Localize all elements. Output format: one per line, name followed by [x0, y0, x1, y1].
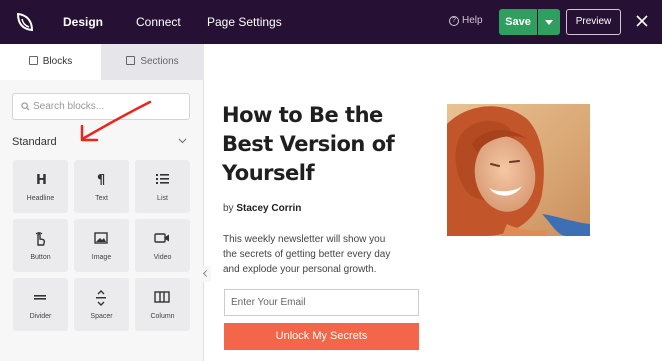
- chevron-down-icon[interactable]: [178, 138, 187, 144]
- newsletter-description[interactable]: This weekly newsletter will show you the…: [223, 232, 401, 277]
- list-icon: [156, 174, 169, 184]
- save-button[interactable]: Save: [499, 9, 537, 35]
- tab-sections-label: Sections: [140, 56, 179, 67]
- block-list[interactable]: List: [135, 160, 190, 213]
- tab-sections[interactable]: Sections: [101, 44, 204, 80]
- tab-design[interactable]: Design: [63, 0, 103, 44]
- standard-section-label: Standard: [12, 136, 57, 148]
- top-bar: Design Connect Page Settings ? Help Save…: [0, 0, 662, 44]
- blocks-sidebar: Blocks Sections Standard H Headline ¶ Te…: [0, 44, 204, 361]
- search-icon: [21, 102, 30, 111]
- page-headline[interactable]: How to Be the Best Version of Yourself: [222, 101, 422, 188]
- pointer-hand-icon: [35, 232, 46, 246]
- chevron-left-icon: [202, 269, 211, 278]
- block-label: Button: [30, 254, 51, 261]
- author-byline[interactable]: by Stacey Corrin: [223, 203, 301, 214]
- divider-icon: [34, 295, 46, 300]
- block-divider[interactable]: Divider: [13, 278, 68, 331]
- block-video[interactable]: Video: [135, 219, 190, 272]
- svg-text:H: H: [36, 173, 47, 186]
- preview-button[interactable]: Preview: [566, 9, 621, 35]
- author-name: Stacey Corrin: [236, 203, 302, 214]
- email-input[interactable]: [225, 290, 418, 315]
- columns-icon: [154, 291, 170, 303]
- block-image[interactable]: Image: [74, 219, 129, 272]
- video-camera-icon: [154, 233, 169, 243]
- woman-portrait-photo[interactable]: [447, 104, 590, 236]
- help-label: Help: [462, 15, 483, 26]
- spacer-icon: [96, 290, 106, 306]
- caret-down-icon: [545, 20, 553, 25]
- block-label: Image: [91, 254, 112, 261]
- unlock-secrets-button[interactable]: Unlock My Secrets: [224, 323, 419, 350]
- blocks-icon: [28, 56, 38, 65]
- paragraph-icon: ¶: [97, 173, 105, 186]
- block-headline[interactable]: H Headline: [13, 160, 68, 213]
- heading-icon: H: [36, 173, 47, 186]
- block-label: Spacer: [90, 313, 113, 320]
- collapse-sidebar-handle[interactable]: [201, 266, 211, 282]
- block-column[interactable]: Column: [135, 278, 190, 331]
- block-button[interactable]: Button: [13, 219, 68, 272]
- tab-connect[interactable]: Connect: [136, 0, 181, 44]
- block-label: Column: [150, 313, 175, 320]
- svg-text:¶: ¶: [97, 173, 105, 186]
- sections-icon: [126, 56, 136, 65]
- tab-blocks-label: Blocks: [42, 56, 73, 67]
- image-icon: [94, 232, 108, 244]
- tab-blocks[interactable]: Blocks: [0, 44, 101, 80]
- block-label: Divider: [29, 313, 52, 320]
- email-field: [224, 289, 419, 316]
- red-arrow-annotation-icon: [80, 100, 152, 142]
- byline-prefix: by: [223, 203, 234, 214]
- save-options-dropdown[interactable]: [538, 9, 560, 35]
- block-label: Headline: [26, 195, 55, 202]
- help-icon: ?: [449, 15, 459, 26]
- help-link[interactable]: ? Help: [449, 15, 483, 26]
- block-label: List: [157, 195, 168, 202]
- close-icon[interactable]: [634, 13, 650, 29]
- block-text[interactable]: ¶ Text: [74, 160, 129, 213]
- seedprod-logo-icon[interactable]: [14, 11, 36, 33]
- tab-page-settings[interactable]: Page Settings: [207, 0, 282, 44]
- block-label: Video: [153, 254, 172, 261]
- block-label: Text: [95, 195, 108, 202]
- block-spacer[interactable]: Spacer: [74, 278, 129, 331]
